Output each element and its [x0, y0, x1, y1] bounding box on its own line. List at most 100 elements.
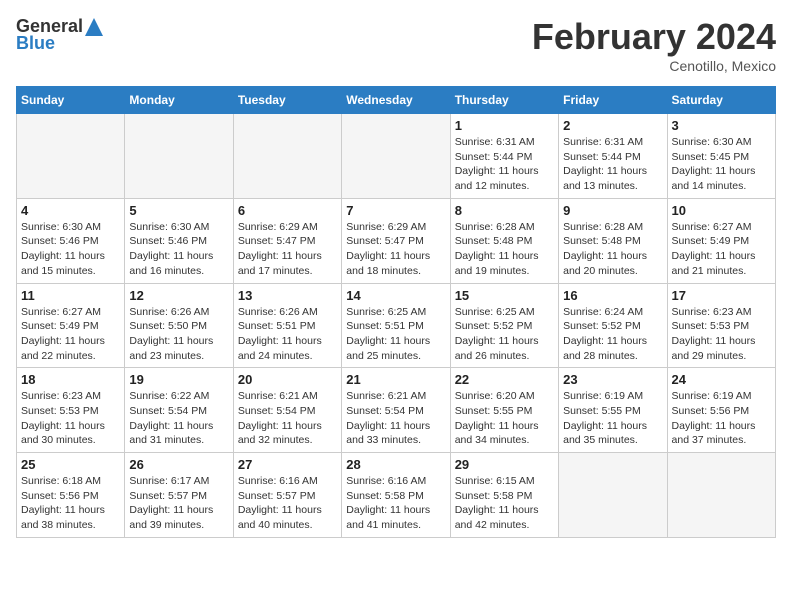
col-header-wednesday: Wednesday	[342, 87, 450, 114]
day-number: 10	[672, 203, 771, 218]
day-info: Sunrise: 6:19 AM Sunset: 5:56 PM Dayligh…	[672, 389, 771, 448]
day-number: 8	[455, 203, 554, 218]
day-number: 22	[455, 372, 554, 387]
day-info: Sunrise: 6:27 AM Sunset: 5:49 PM Dayligh…	[21, 305, 120, 364]
day-info: Sunrise: 6:30 AM Sunset: 5:46 PM Dayligh…	[129, 220, 228, 279]
day-info: Sunrise: 6:29 AM Sunset: 5:47 PM Dayligh…	[238, 220, 337, 279]
calendar-cell: 23Sunrise: 6:19 AM Sunset: 5:55 PM Dayli…	[559, 368, 667, 453]
day-info: Sunrise: 6:17 AM Sunset: 5:57 PM Dayligh…	[129, 474, 228, 533]
day-number: 15	[455, 288, 554, 303]
day-info: Sunrise: 6:19 AM Sunset: 5:55 PM Dayligh…	[563, 389, 662, 448]
calendar-cell: 9 Sunrise: 6:28 AM Sunset: 5:48 PM Daylig…	[559, 198, 667, 283]
day-info: Sunrise: 6:24 AM Sunset: 5:52 PM Dayligh…	[563, 305, 662, 364]
day-number: 5	[129, 203, 228, 218]
day-info: Sunrise: 6:23 AM Sunset: 5:53 PM Dayligh…	[21, 389, 120, 448]
col-header-saturday: Saturday	[667, 87, 775, 114]
day-info: Sunrise: 6:28 AM Sunset: 5:48 PM Dayligh…	[455, 220, 554, 279]
calendar-cell: 6 Sunrise: 6:29 AM Sunset: 5:47 PM Daylig…	[233, 198, 341, 283]
day-info: Sunrise: 6:20 AM Sunset: 5:55 PM Dayligh…	[455, 389, 554, 448]
day-number: 29	[455, 457, 554, 472]
calendar-cell: 1Sunrise: 6:31 AM Sunset: 5:44 PM Daylig…	[450, 114, 558, 199]
day-number: 11	[21, 288, 120, 303]
col-header-thursday: Thursday	[450, 87, 558, 114]
day-number: 28	[346, 457, 445, 472]
calendar-cell: 19 Sunrise: 6:22 AM Sunset: 5:54 PM Dayli…	[125, 368, 233, 453]
calendar-cell: 15 Sunrise: 6:25 AM Sunset: 5:52 PM Dayli…	[450, 283, 558, 368]
day-info: Sunrise: 6:16 AM Sunset: 5:57 PM Dayligh…	[238, 474, 337, 533]
calendar-cell: 11 Sunrise: 6:27 AM Sunset: 5:49 PM Dayli…	[17, 283, 125, 368]
day-number: 13	[238, 288, 337, 303]
day-number: 6	[238, 203, 337, 218]
logo-triangle-icon	[85, 18, 103, 36]
calendar-week-3: 11 Sunrise: 6:27 AM Sunset: 5:49 PM Dayli…	[17, 283, 776, 368]
day-info: Sunrise: 6:30 AM Sunset: 5:45 PM Dayligh…	[672, 135, 771, 194]
calendar-cell: 4 Sunrise: 6:30 AM Sunset: 5:46 PM Daylig…	[17, 198, 125, 283]
day-number: 21	[346, 372, 445, 387]
day-info: Sunrise: 6:18 AM Sunset: 5:56 PM Dayligh…	[21, 474, 120, 533]
calendar-cell: 22 Sunrise: 6:20 AM Sunset: 5:55 PM Dayli…	[450, 368, 558, 453]
day-info: Sunrise: 6:25 AM Sunset: 5:52 PM Dayligh…	[455, 305, 554, 364]
calendar-header-row: SundayMondayTuesdayWednesdayThursdayFrid…	[17, 87, 776, 114]
col-header-tuesday: Tuesday	[233, 87, 341, 114]
day-info: Sunrise: 6:21 AM Sunset: 5:54 PM Dayligh…	[238, 389, 337, 448]
calendar-table: SundayMondayTuesdayWednesdayThursdayFrid…	[16, 86, 776, 538]
calendar-cell: 27 Sunrise: 6:16 AM Sunset: 5:57 PM Dayli…	[233, 453, 341, 538]
calendar-cell: 20 Sunrise: 6:21 AM Sunset: 5:54 PM Dayli…	[233, 368, 341, 453]
day-number: 14	[346, 288, 445, 303]
calendar-week-2: 4 Sunrise: 6:30 AM Sunset: 5:46 PM Daylig…	[17, 198, 776, 283]
day-info: Sunrise: 6:25 AM Sunset: 5:51 PM Dayligh…	[346, 305, 445, 364]
day-info: Sunrise: 6:22 AM Sunset: 5:54 PM Dayligh…	[129, 389, 228, 448]
title-block: February 2024 Cenotillo, Mexico	[532, 16, 776, 74]
day-number: 12	[129, 288, 228, 303]
calendar-cell	[667, 453, 775, 538]
calendar-cell: 28 Sunrise: 6:16 AM Sunset: 5:58 PM Dayli…	[342, 453, 450, 538]
calendar-cell: 24 Sunrise: 6:19 AM Sunset: 5:56 PM Dayli…	[667, 368, 775, 453]
day-info: Sunrise: 6:31 AM Sunset: 5:44 PM Dayligh…	[563, 135, 662, 194]
calendar-cell: 14 Sunrise: 6:25 AM Sunset: 5:51 PM Dayli…	[342, 283, 450, 368]
calendar-cell	[17, 114, 125, 199]
calendar-cell: 5 Sunrise: 6:30 AM Sunset: 5:46 PM Daylig…	[125, 198, 233, 283]
calendar-cell: 25 Sunrise: 6:18 AM Sunset: 5:56 PM Dayli…	[17, 453, 125, 538]
day-info: Sunrise: 6:16 AM Sunset: 5:58 PM Dayligh…	[346, 474, 445, 533]
day-number: 19	[129, 372, 228, 387]
calendar-cell: 18 Sunrise: 6:23 AM Sunset: 5:53 PM Dayli…	[17, 368, 125, 453]
day-number: 27	[238, 457, 337, 472]
day-info: Sunrise: 6:28 AM Sunset: 5:48 PM Dayligh…	[563, 220, 662, 279]
calendar-week-1: 1Sunrise: 6:31 AM Sunset: 5:44 PM Daylig…	[17, 114, 776, 199]
logo-blue-text: Blue	[16, 33, 55, 54]
day-number: 24	[672, 372, 771, 387]
calendar-cell: 17Sunrise: 6:23 AM Sunset: 5:53 PM Dayli…	[667, 283, 775, 368]
month-title: February 2024	[532, 16, 776, 58]
day-number: 25	[21, 457, 120, 472]
col-header-sunday: Sunday	[17, 87, 125, 114]
calendar-cell: 12Sunrise: 6:26 AM Sunset: 5:50 PM Dayli…	[125, 283, 233, 368]
day-number: 26	[129, 457, 228, 472]
day-info: Sunrise: 6:30 AM Sunset: 5:46 PM Dayligh…	[21, 220, 120, 279]
col-header-friday: Friday	[559, 87, 667, 114]
day-number: 16	[563, 288, 662, 303]
calendar-cell	[342, 114, 450, 199]
day-info: Sunrise: 6:21 AM Sunset: 5:54 PM Dayligh…	[346, 389, 445, 448]
day-number: 7	[346, 203, 445, 218]
day-info: Sunrise: 6:15 AM Sunset: 5:58 PM Dayligh…	[455, 474, 554, 533]
day-number: 9	[563, 203, 662, 218]
calendar-cell: 3Sunrise: 6:30 AM Sunset: 5:45 PM Daylig…	[667, 114, 775, 199]
calendar-cell: 8 Sunrise: 6:28 AM Sunset: 5:48 PM Daylig…	[450, 198, 558, 283]
calendar-cell: 13 Sunrise: 6:26 AM Sunset: 5:51 PM Dayli…	[233, 283, 341, 368]
calendar-cell: 2Sunrise: 6:31 AM Sunset: 5:44 PM Daylig…	[559, 114, 667, 199]
day-info: Sunrise: 6:27 AM Sunset: 5:49 PM Dayligh…	[672, 220, 771, 279]
day-number: 4	[21, 203, 120, 218]
calendar-cell	[559, 453, 667, 538]
calendar-cell: 29 Sunrise: 6:15 AM Sunset: 5:58 PM Dayli…	[450, 453, 558, 538]
calendar-cell: 16 Sunrise: 6:24 AM Sunset: 5:52 PM Dayli…	[559, 283, 667, 368]
day-number: 18	[21, 372, 120, 387]
calendar-cell: 7 Sunrise: 6:29 AM Sunset: 5:47 PM Daylig…	[342, 198, 450, 283]
day-info: Sunrise: 6:29 AM Sunset: 5:47 PM Dayligh…	[346, 220, 445, 279]
calendar-cell: 21 Sunrise: 6:21 AM Sunset: 5:54 PM Dayli…	[342, 368, 450, 453]
day-info: Sunrise: 6:26 AM Sunset: 5:51 PM Dayligh…	[238, 305, 337, 364]
day-info: Sunrise: 6:23 AM Sunset: 5:53 PM Dayligh…	[672, 305, 771, 364]
day-info: Sunrise: 6:31 AM Sunset: 5:44 PM Dayligh…	[455, 135, 554, 194]
calendar-cell	[125, 114, 233, 199]
day-number: 20	[238, 372, 337, 387]
calendar-cell	[233, 114, 341, 199]
